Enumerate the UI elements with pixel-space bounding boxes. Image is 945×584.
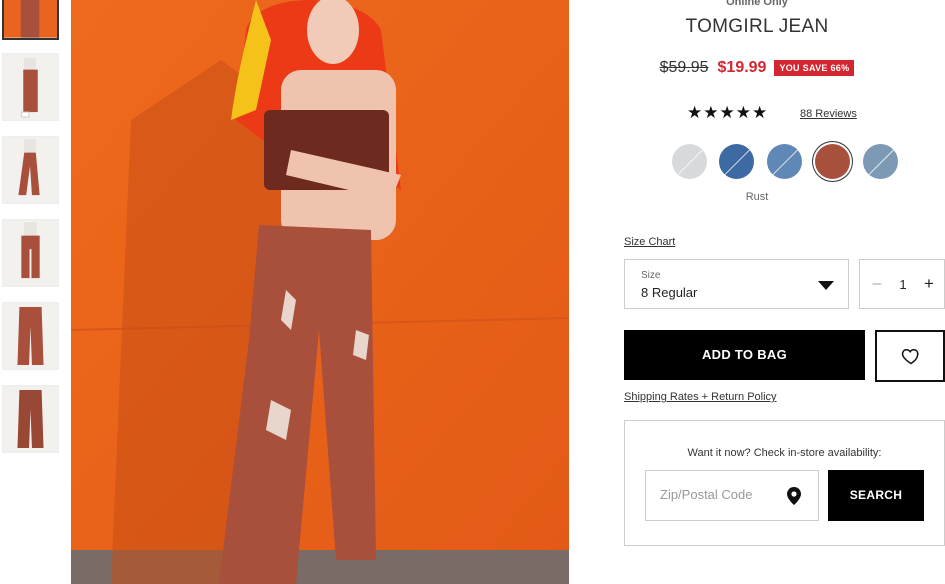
size-dropdown[interactable]: Size 8 Regular <box>624 259 849 309</box>
quantity-value[interactable]: 1 <box>896 277 910 292</box>
size-chart-link[interactable]: Size Chart <box>624 236 675 248</box>
size-value: 8 Regular <box>641 285 698 300</box>
shipping-policy-link[interactable]: Shipping Rates + Return Policy <box>624 391 777 403</box>
thumbnail-3[interactable] <box>2 136 59 204</box>
swatch-dark-wash[interactable] <box>719 144 754 179</box>
swatch-rust[interactable] <box>815 144 850 179</box>
thumbnail-image <box>4 0 57 38</box>
thumbnail-image <box>3 54 58 120</box>
product-title: TOMGIRL JEAN <box>685 16 829 37</box>
thumbnail-image <box>3 220 58 286</box>
thumbnail-image <box>3 303 58 369</box>
swatch-light-stripe[interactable] <box>672 144 707 179</box>
original-price: $59.95 <box>659 59 709 76</box>
thumbnail-strip <box>0 0 62 584</box>
quantity-stepper: – 1 + <box>859 259 945 309</box>
swatch-light-wash[interactable] <box>863 144 898 179</box>
swatch-slash-icon <box>721 146 753 178</box>
quantity-minus-button[interactable]: – <box>870 275 884 293</box>
color-swatches <box>672 144 912 182</box>
thumbnail-image <box>3 386 58 452</box>
zip-input[interactable] <box>660 487 780 502</box>
model-photo <box>71 0 569 584</box>
thumbnail-5[interactable] <box>2 302 59 370</box>
product-main-image[interactable] <box>71 0 569 584</box>
swatch-slash-icon <box>865 146 897 178</box>
reviews-link[interactable]: 88 Reviews <box>800 108 857 120</box>
instore-availability-box: Want it now? Check in-store availability… <box>624 420 945 546</box>
price-row: $59.95 $19.99 YOU SAVE 66% <box>569 59 945 77</box>
swatch-medium-wash[interactable] <box>767 144 802 179</box>
heart-icon <box>901 348 919 365</box>
online-only-badge: Online Only <box>726 0 788 8</box>
discount-badge: YOU SAVE 66% <box>774 60 855 76</box>
quantity-plus-button[interactable]: + <box>922 274 936 294</box>
selected-color-name: Rust <box>745 191 769 203</box>
thumbnail-1[interactable] <box>2 0 59 40</box>
thumbnail-image <box>3 137 58 203</box>
location-pin-icon[interactable] <box>787 487 801 505</box>
thumbnail-6[interactable] <box>2 385 59 453</box>
swatch-slash-icon <box>674 146 706 178</box>
wishlist-button[interactable] <box>875 330 945 382</box>
product-details-panel: Online Only TOMGIRL JEAN $59.95 $19.99 Y… <box>569 0 945 584</box>
swatch-slash-icon <box>769 146 801 178</box>
sale-price: $19.99 <box>717 59 767 76</box>
search-button[interactable]: SEARCH <box>828 470 924 521</box>
thumbnail-4[interactable] <box>2 219 59 287</box>
instore-label: Want it now? Check in-store availability… <box>687 447 882 459</box>
size-label: Size <box>641 270 661 281</box>
caret-down-icon <box>818 281 834 290</box>
add-to-bag-button[interactable]: ADD TO BAG <box>624 330 865 380</box>
thumbnail-2[interactable] <box>2 53 59 121</box>
zip-field[interactable] <box>645 470 819 521</box>
star-rating-icon[interactable]: ★★★★★ <box>687 103 768 123</box>
